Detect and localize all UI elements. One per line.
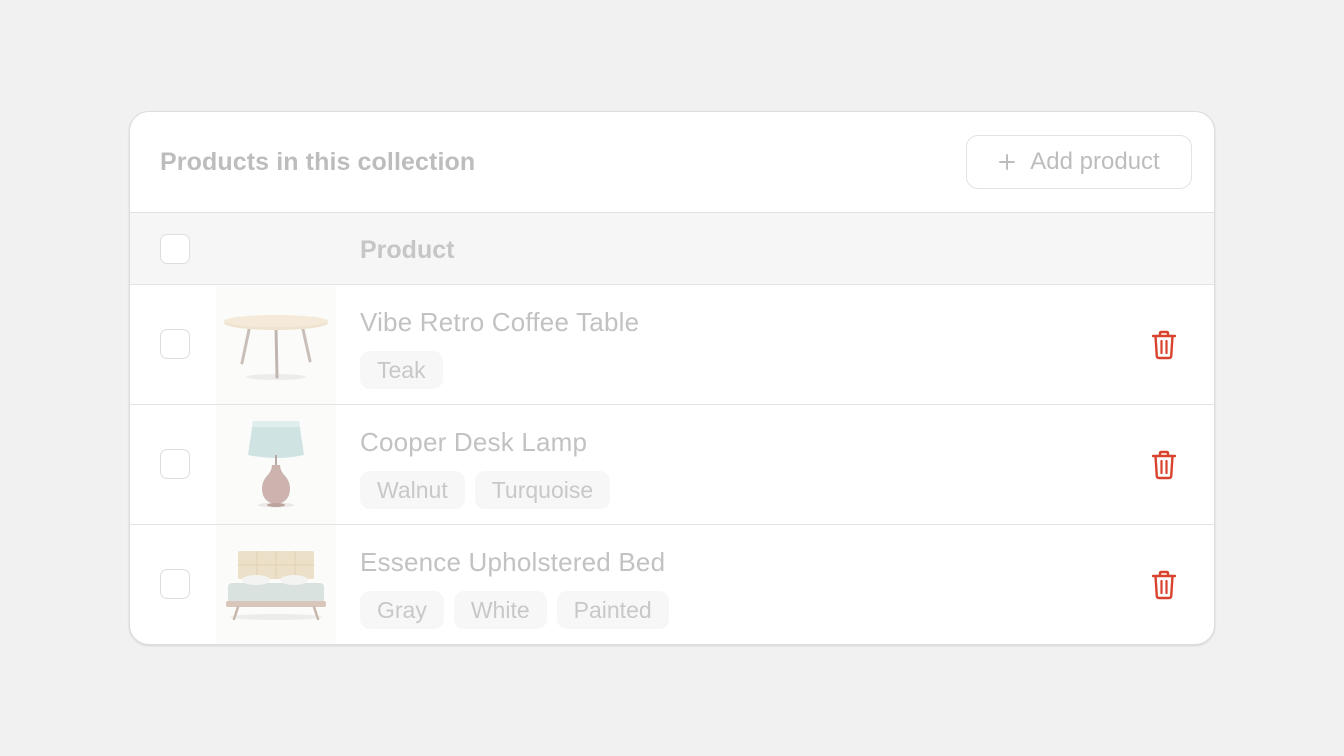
table-row: Cooper Desk Lamp Walnut Turquoise [130,405,1214,525]
row-checkbox[interactable] [160,569,190,599]
card-header: Products in this collection Add product [130,112,1214,213]
delete-button[interactable] [1148,569,1180,601]
variant-tags: Gray White Painted [360,591,669,629]
bed-image [226,551,326,621]
table-header: Product [130,213,1214,285]
product-thumbnail [216,525,336,644]
card-title: Products in this collection [160,148,476,176]
variant-tag: Gray [360,591,444,629]
delete-button[interactable] [1148,329,1180,361]
select-all-checkbox[interactable] [160,234,190,264]
trash-icon [1151,330,1177,360]
table-row: Essence Upholstered Bed Gray White Paint… [130,525,1214,644]
delete-button[interactable] [1148,449,1180,481]
table-row: Vibe Retro Coffee Table Teak [130,285,1214,405]
row-checkbox[interactable] [160,329,190,359]
product-thumbnail [216,285,336,404]
variant-tag: Turquoise [474,471,611,509]
products-card: Products in this collection Add product … [129,111,1215,645]
product-thumbnail [216,405,336,524]
row-checkbox[interactable] [160,449,190,479]
variant-tag: Walnut [360,471,465,509]
column-header-product: Product [360,236,455,264]
trash-icon [1151,570,1177,600]
add-product-label: Add product [1030,148,1160,175]
coffee-table-image [224,315,328,380]
variant-tag: Painted [556,591,669,629]
variant-tag: White [453,591,547,629]
product-name: Cooper Desk Lamp [360,427,588,457]
trash-icon [1151,450,1177,480]
product-name: Vibe Retro Coffee Table [360,307,640,337]
variant-tags: Teak [360,351,443,389]
variant-tags: Walnut Turquoise [360,471,611,509]
add-product-button[interactable]: Add product [966,135,1192,189]
variant-tag: Teak [360,351,443,389]
plus-icon [998,153,1016,171]
desk-lamp-image [248,421,304,508]
product-name: Essence Upholstered Bed [360,547,666,577]
